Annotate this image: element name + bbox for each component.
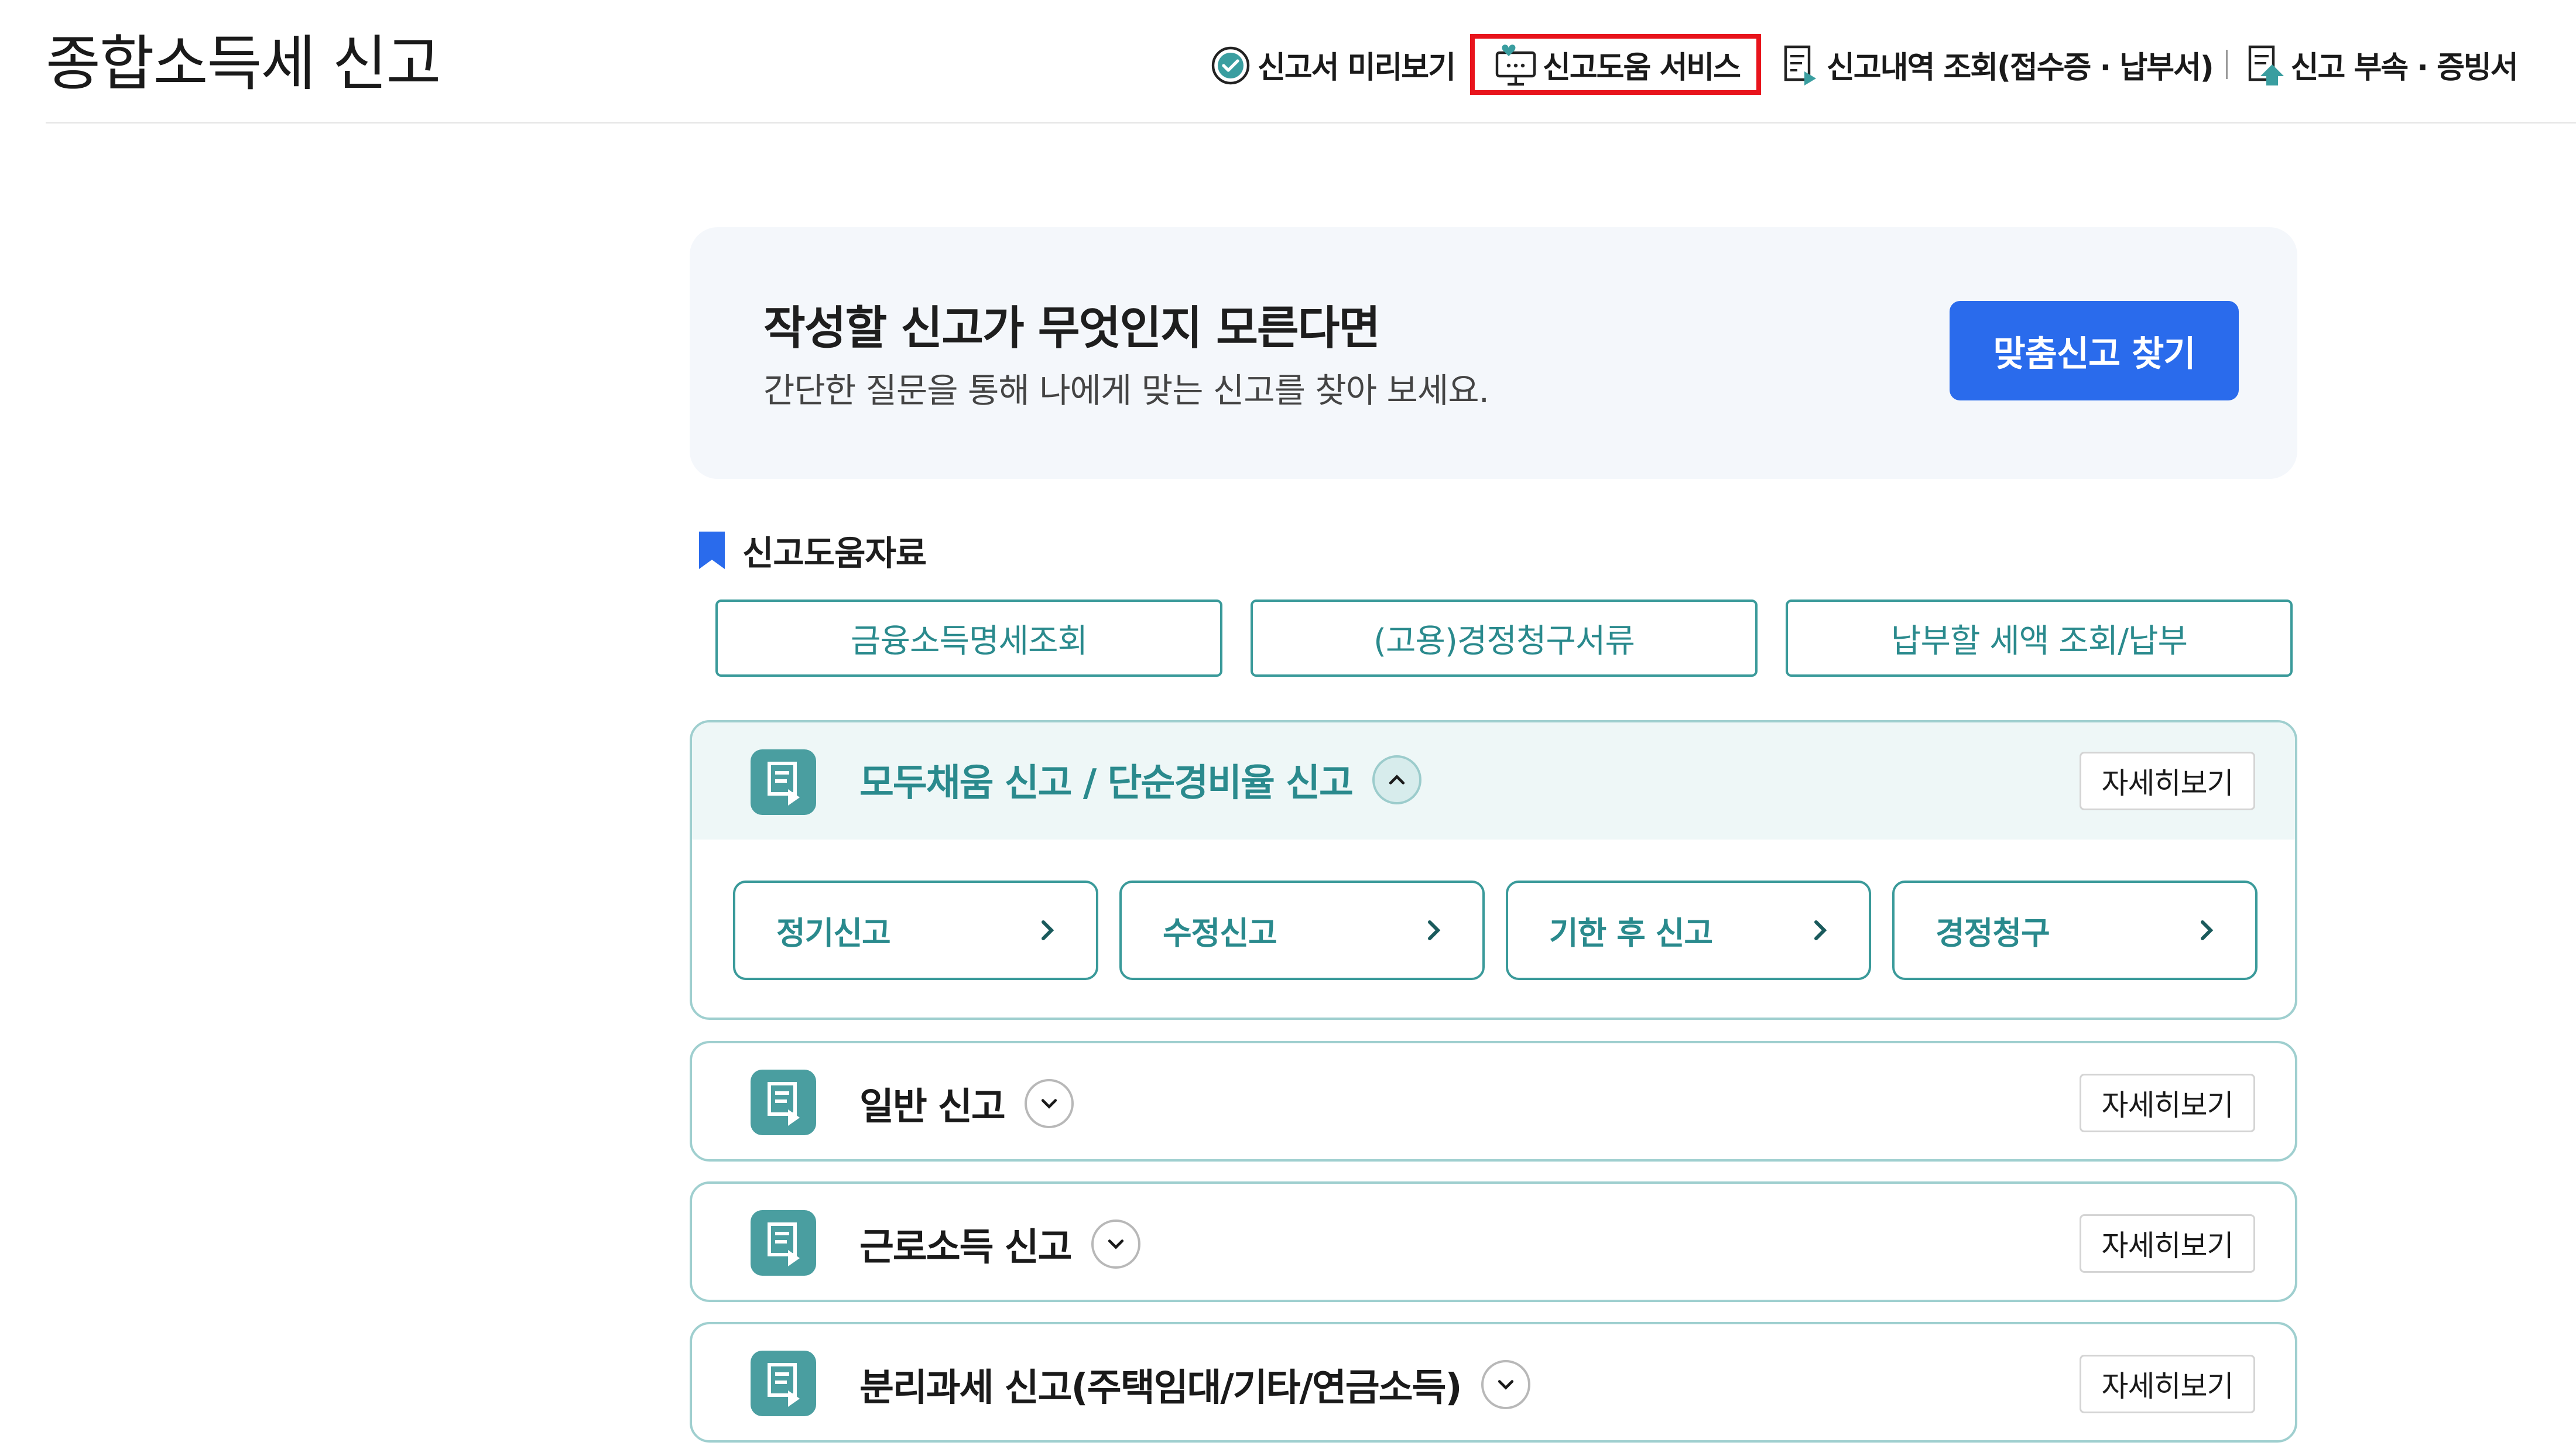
details-button[interactable]: 자세히보기 <box>2080 1355 2255 1413</box>
filing-card-separate-taxation: 분리과세 신고(주택임대/기타/연금소득) 자세히보기 <box>690 1322 2297 1443</box>
details-button[interactable]: 자세히보기 <box>2080 1074 2255 1132</box>
correction-claim-documents-button[interactable]: (고용)경정청구서류 <box>1251 600 1758 677</box>
document-search-icon <box>1784 45 1816 85</box>
document-edit-icon <box>751 749 816 815</box>
filing-card-simple: 모두채움 신고 / 단순경비율 신고 자세히보기 정기신고 수정신고 기한 후 … <box>690 720 2297 1020</box>
nav-separator <box>2225 50 2228 79</box>
bookmark-icon <box>699 532 725 569</box>
expand-toggle[interactable] <box>1024 1079 1074 1128</box>
chevron-down-icon <box>1498 1380 1513 1390</box>
nav-preview-label: 신고서 미리보기 <box>1258 50 1456 85</box>
chevron-up-icon <box>1389 775 1405 785</box>
help-materials-header: 신고도움자료 <box>697 526 927 575</box>
help-materials-title: 신고도움자료 <box>742 533 927 573</box>
financial-income-lookup-button[interactable]: 금융소득명세조회 <box>715 600 1222 677</box>
nav-preview-link[interactable]: 신고서 미리보기 <box>1207 41 1456 88</box>
amended-filing-button[interactable]: 수정신고 <box>1119 881 1485 980</box>
card-title[interactable]: 일반 신고 <box>859 1077 1074 1131</box>
tax-payment-lookup-button[interactable]: 납부할 세액 조회/납부 <box>1786 600 2293 677</box>
regular-filing-button[interactable]: 정기신고 <box>733 881 1098 980</box>
card-title-text: 모두채움 신고 / 단순경비율 신고 <box>859 762 1354 805</box>
chevron-down-icon <box>1108 1239 1123 1249</box>
chevron-right-icon <box>1814 920 1827 940</box>
header-divider <box>46 122 2576 124</box>
document-edit-icon <box>751 1351 816 1416</box>
help-monitor-icon <box>1495 44 1536 86</box>
expand-toggle[interactable] <box>1091 1220 1140 1269</box>
chevron-right-icon <box>1428 920 1441 940</box>
document-edit-icon <box>751 1210 816 1276</box>
nav-history-label: 신고내역 조회(접수증 · 납부서) <box>1826 50 2214 85</box>
check-circle-icon <box>1211 46 1250 85</box>
recommendation-banner: 작성할 신고가 무엇인지 모른다면 간단한 질문을 통해 나에게 맞는 신고를 … <box>690 227 2297 479</box>
nav-attachments-link[interactable]: 신고 부속 · 증빙서 <box>2241 41 2519 88</box>
details-button[interactable]: 자세히보기 <box>2080 1214 2255 1273</box>
correction-claim-button[interactable]: 경정청구 <box>1892 881 2258 980</box>
chevron-right-icon <box>1042 920 1054 940</box>
amended-filing-label: 수정신고 <box>1163 914 1277 952</box>
chevron-right-icon <box>2201 920 2214 940</box>
expand-toggle[interactable] <box>1481 1360 1530 1409</box>
card-title-text: 분리과세 신고(주택임대/기타/연금소득) <box>859 1366 1462 1410</box>
late-filing-button[interactable]: 기한 후 신고 <box>1506 881 1871 980</box>
document-upload-icon <box>2248 45 2284 85</box>
late-filing-label: 기한 후 신고 <box>1549 914 1713 952</box>
correction-claim-label: 경정청구 <box>1936 914 2050 952</box>
chevron-down-icon <box>1041 1099 1057 1109</box>
page-title: 종합소득세 신고 <box>46 29 441 99</box>
collapse-toggle[interactable] <box>1372 755 1421 804</box>
regular-filing-label: 정기신고 <box>776 914 891 952</box>
nav-help-service-label: 신고도움 서비스 <box>1542 50 1741 85</box>
find-filing-button[interactable]: 맞춤신고 찾기 <box>1950 301 2239 400</box>
card-title-text: 근로소득 신고 <box>859 1226 1073 1269</box>
document-edit-icon <box>751 1070 816 1135</box>
banner-subtitle: 간단한 질문을 통해 나에게 맞는 신고를 찾아 보세요. <box>763 371 1489 410</box>
top-navigation: 신고서 미리보기 신고도움 서비스 신고내역 조회(접수증 · 납부서) 신고 … <box>1207 29 2519 100</box>
nav-help-service-link[interactable]: 신고도움 서비스 <box>1469 34 1761 95</box>
card-title-text: 일반 신고 <box>859 1085 1006 1129</box>
filing-card-earned-income: 근로소득 신고 자세히보기 <box>690 1181 2297 1302</box>
nav-attachments-label: 신고 부속 · 증빙서 <box>2290 50 2519 85</box>
details-button[interactable]: 자세히보기 <box>2080 752 2255 810</box>
filing-card-general: 일반 신고 자세히보기 <box>690 1041 2297 1162</box>
nav-history-link[interactable]: 신고내역 조회(접수증 · 납부서) <box>1776 41 2214 88</box>
card-title[interactable]: 근로소득 신고 <box>859 1217 1140 1271</box>
banner-title: 작성할 신고가 무엇인지 모른다면 <box>763 302 1381 355</box>
card-title[interactable]: 모두채움 신고 / 단순경비율 신고 <box>859 753 1421 807</box>
card-title[interactable]: 분리과세 신고(주택임대/기타/연금소득) <box>859 1358 1530 1412</box>
